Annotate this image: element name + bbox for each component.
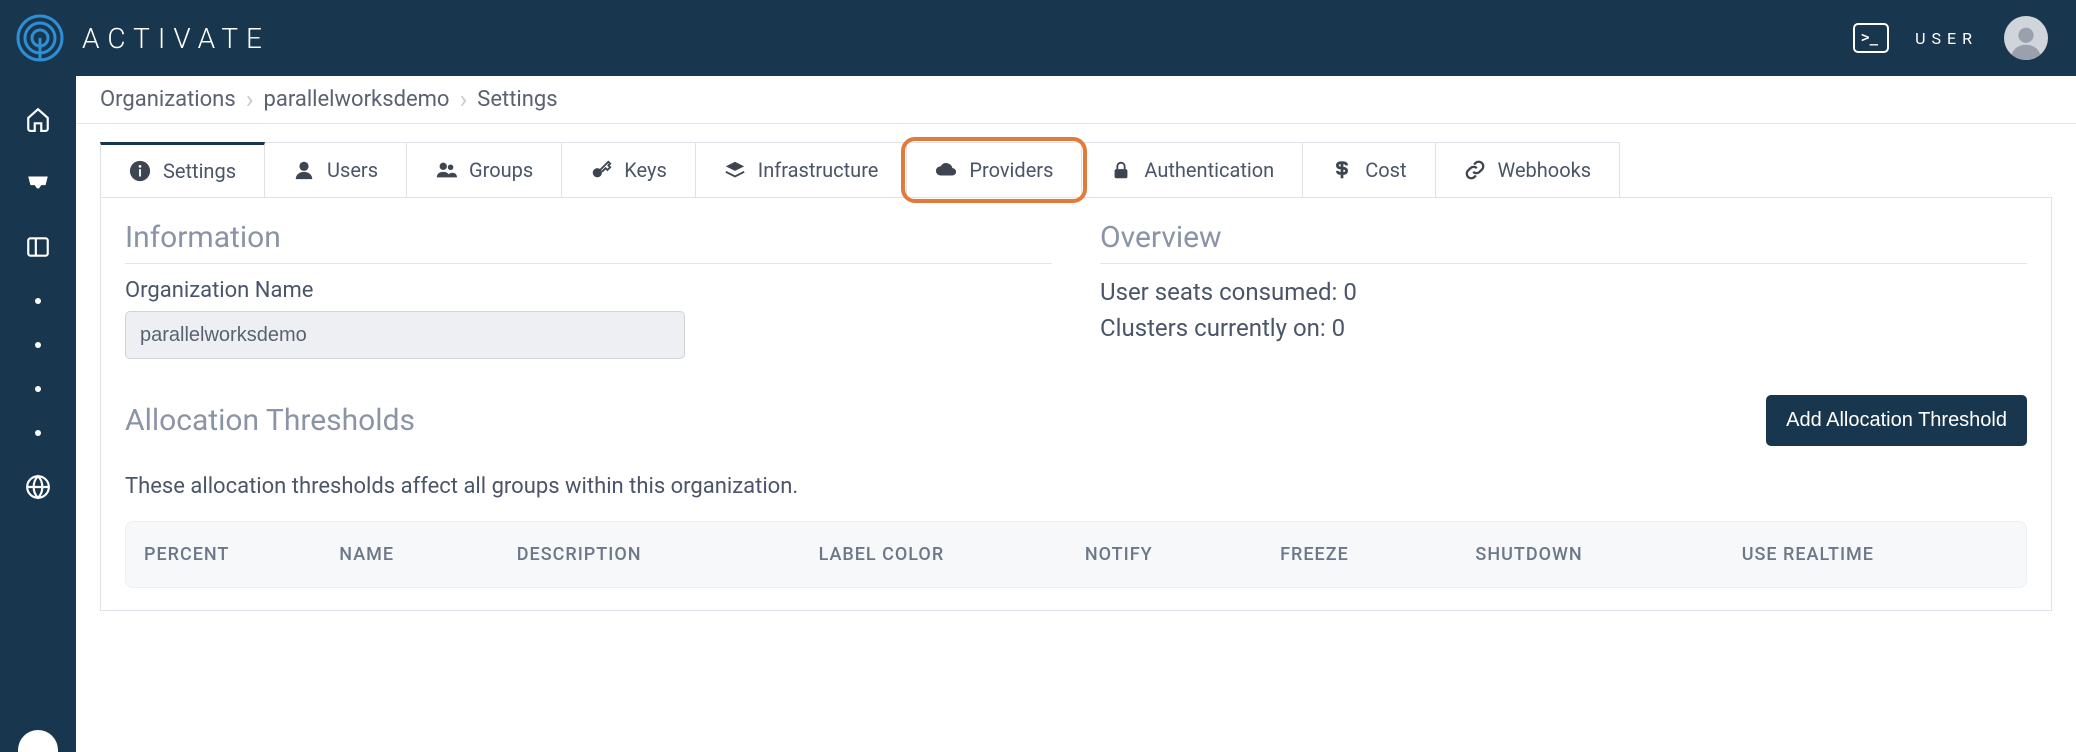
avatar[interactable] — [2004, 16, 2048, 60]
tab-settings[interactable]: Settings — [100, 142, 265, 197]
breadcrumb-item[interactable]: parallelworksdemo — [264, 87, 450, 112]
chevron-right-icon: › — [246, 87, 254, 113]
info-icon — [129, 160, 151, 182]
inbox-icon[interactable] — [25, 170, 51, 196]
left-sidebar — [0, 76, 76, 752]
sidebar-dot[interactable] — [35, 430, 41, 436]
add-allocation-threshold-button[interactable]: Add Allocation Threshold — [1766, 395, 2027, 446]
panel-icon[interactable] — [25, 234, 51, 260]
breadcrumb: Organizations › parallelworksdemo › Sett… — [76, 76, 2076, 124]
col-percent: PERCENT — [144, 544, 339, 565]
tab-label: Groups — [469, 158, 533, 182]
tab-users[interactable]: Users — [264, 142, 407, 197]
tab-label: Providers — [969, 158, 1053, 182]
brand: ACTIVATE — [16, 14, 270, 62]
col-notify: NOTIFY — [1085, 544, 1280, 565]
col-name: NAME — [339, 544, 517, 565]
tab-label: Cost — [1365, 158, 1406, 182]
col-freeze: FREEZE — [1280, 544, 1475, 565]
chevron-right-icon: › — [459, 87, 467, 113]
sidebar-bottom-pill[interactable] — [18, 730, 58, 752]
tab-providers[interactable]: Providers — [906, 142, 1082, 197]
user-label[interactable]: USER — [1915, 29, 1978, 48]
lock-icon — [1110, 159, 1132, 181]
header-right: >_ USER — [1853, 16, 2048, 60]
main-area: Organizations › parallelworksdemo › Sett… — [76, 76, 2076, 752]
overview-section: Overview User seats consumed: 0 Clusters… — [1100, 220, 2027, 359]
col-label-color: LABEL COLOR — [819, 544, 1085, 565]
tab-authentication[interactable]: Authentication — [1081, 142, 1303, 197]
user-icon — [293, 159, 315, 181]
tab-label: Webhooks — [1498, 158, 1592, 182]
sidebar-dot[interactable] — [35, 298, 41, 304]
tabs: Settings Users Groups Keys Infrastructur… — [100, 142, 2076, 197]
sidebar-dot[interactable] — [35, 342, 41, 348]
section-title-overview: Overview — [1100, 220, 2027, 264]
tab-keys[interactable]: Keys — [561, 142, 696, 197]
terminal-icon: >_ — [1861, 31, 1878, 45]
home-icon[interactable] — [25, 106, 51, 132]
tab-label: Settings — [163, 159, 236, 183]
allocation-header: Allocation Thresholds Add Allocation Thr… — [125, 395, 2027, 446]
layers-icon — [724, 159, 746, 181]
terminal-button[interactable]: >_ — [1853, 23, 1889, 53]
section-title-allocation: Allocation Thresholds — [125, 403, 415, 438]
information-section: Information Organization Name — [125, 220, 1052, 359]
settings-panel: Information Organization Name Overview U… — [100, 197, 2052, 611]
brand-logo-icon — [16, 14, 64, 62]
tab-cost[interactable]: Cost — [1302, 142, 1435, 197]
tab-webhooks[interactable]: Webhooks — [1435, 142, 1621, 197]
cloud-icon — [935, 159, 957, 181]
globe-icon[interactable] — [25, 474, 51, 500]
key-icon — [590, 159, 612, 181]
overview-seats: User seats consumed: 0 — [1100, 278, 2027, 306]
threshold-table-header: PERCENT NAME DESCRIPTION LABEL COLOR NOT… — [125, 521, 2027, 588]
overview-clusters: Clusters currently on: 0 — [1100, 314, 2027, 342]
top-header: ACTIVATE >_ USER — [0, 0, 2076, 76]
org-name-label: Organization Name — [125, 278, 1052, 303]
brand-name: ACTIVATE — [82, 22, 270, 55]
dollar-icon — [1331, 159, 1353, 181]
org-name-input[interactable] — [125, 311, 685, 359]
col-use-realtime: USE REALTIME — [1742, 544, 2008, 565]
tab-label: Infrastructure — [758, 158, 879, 182]
col-description: DESCRIPTION — [517, 544, 819, 565]
section-title-information: Information — [125, 220, 1052, 264]
link-icon — [1464, 159, 1486, 181]
sidebar-dot[interactable] — [35, 386, 41, 392]
tab-groups[interactable]: Groups — [406, 142, 562, 197]
breadcrumb-item[interactable]: Organizations — [100, 87, 236, 112]
group-icon — [435, 159, 457, 181]
tab-infrastructure[interactable]: Infrastructure — [695, 142, 908, 197]
col-shutdown: SHUTDOWN — [1475, 544, 1741, 565]
allocation-description: These allocation thresholds affect all g… — [125, 474, 2027, 499]
tab-label: Authentication — [1144, 158, 1274, 182]
tab-label: Keys — [624, 158, 667, 182]
tab-label: Users — [327, 158, 378, 182]
breadcrumb-item[interactable]: Settings — [477, 87, 557, 112]
